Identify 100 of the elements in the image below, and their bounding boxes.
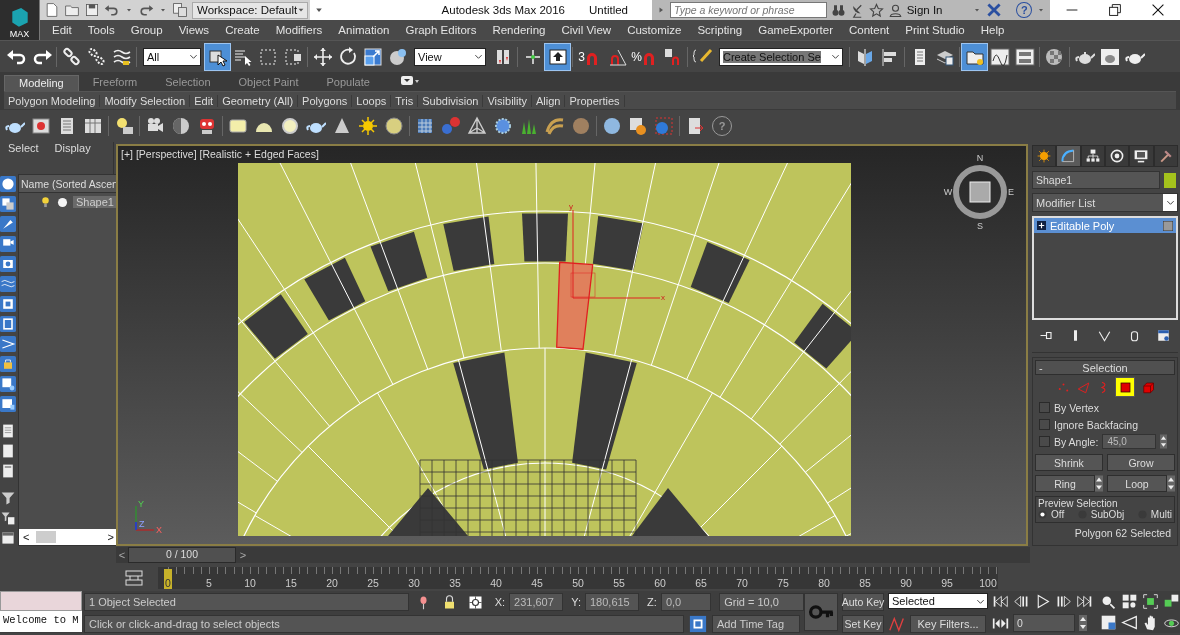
menu-item[interactable]: Content [841, 24, 898, 36]
selection-button[interactable]: Ring [1035, 475, 1095, 492]
scene-object-row[interactable]: Shape1 [73, 196, 118, 208]
ribbon-tab[interactable]: Populate [312, 75, 384, 91]
time-slider-track[interactable]: < 0 / 100 > [116, 547, 1030, 563]
document-title: Untitled [589, 4, 628, 16]
ribbon-tab[interactable]: Freeform [78, 75, 152, 91]
menu-item[interactable]: Scripting [689, 24, 751, 36]
previous-frame-button[interactable]: < [116, 549, 128, 561]
menu-item[interactable]: Modifiers [267, 24, 331, 36]
selection-button[interactable]: Shrink [1035, 454, 1103, 471]
scroll-right-button[interactable]: > [103, 531, 118, 543]
frame-tick-label: 15 [284, 577, 298, 589]
add-time-tag-button[interactable]: Add Time Tag [712, 615, 800, 633]
frame-tick-label: 95 [940, 577, 954, 589]
key-mode-dropdown[interactable]: Selected [888, 593, 988, 609]
menu-item[interactable]: Edit [44, 24, 80, 36]
ribbon-panel[interactable]: Properties [565, 94, 625, 107]
frame-tick-label: 25 [366, 577, 380, 589]
dropdown[interactable]: All [143, 47, 201, 66]
selection-count: Polygon 62 Selected [1074, 527, 1171, 539]
frame-tick-label: 55 [612, 577, 626, 589]
axis-label: y [569, 202, 573, 211]
toolbar-button[interactable]: 3 [575, 43, 605, 70]
ribbon-panel[interactable]: Loops [352, 94, 392, 107]
menu-item[interactable]: Help [972, 24, 1013, 36]
selection-button[interactable]: Grow [1107, 454, 1175, 471]
rollout-header[interactable]: - Selection [1035, 360, 1175, 375]
workspace-dropdown[interactable]: Workspace: Default [192, 1, 309, 19]
object-name-field[interactable]: Shape1 [1032, 171, 1160, 189]
listener-output[interactable]: Welcome to M [0, 611, 82, 632]
modifier-list-dropdown[interactable]: Modifier List [1032, 193, 1178, 212]
menu-item[interactable]: Civil View [553, 24, 620, 36]
ribbon-tab[interactable]: Modeling [4, 75, 79, 91]
menu-item[interactable]: Tools [79, 24, 123, 36]
radio-label: SubObj [1090, 509, 1125, 520]
x-coordinate-field[interactable]: 231,607 [509, 593, 564, 611]
viewport[interactable]: [+] [Perspective] [Realistic + Edged Faces] y x Y Z X N E S W [116, 144, 1028, 546]
menu-item[interactable]: Customize [619, 24, 690, 36]
coordinate-label: Z: [647, 596, 657, 608]
auto-key-button[interactable]: Auto Key [842, 593, 884, 611]
compass-label: N [976, 153, 984, 163]
angle-field[interactable]: 45,0 [1102, 434, 1157, 449]
current-frame-field[interactable]: 0 [1013, 614, 1075, 632]
frame-tick-label: 85 [858, 577, 872, 589]
dropdown[interactable]: Create Selection Se [719, 47, 843, 66]
ribbon-panel[interactable]: Tris [391, 94, 419, 107]
frame-tick-label: 0 [164, 569, 172, 589]
ribbon-panel[interactable]: Polygon Modeling [4, 94, 101, 107]
scroll-left-button[interactable]: < [19, 531, 34, 543]
menu-item[interactable]: Graph Editors [397, 24, 485, 36]
menu-item[interactable]: Create [217, 24, 268, 36]
time-slider-thumb[interactable]: 0 / 100 [128, 547, 236, 563]
sign-in-link[interactable]: Sign In [906, 4, 969, 16]
menu-item[interactable]: Views [170, 24, 218, 36]
frame-tick-label: 90 [899, 577, 913, 589]
window-title: Autodesk 3ds Max 2016 [441, 4, 565, 16]
set-key-button[interactable]: Set Key [842, 615, 884, 633]
checkbox-label: Ignore Backfacing [1054, 418, 1139, 431]
coordinate-label: Y: [571, 596, 581, 608]
next-frame-button[interactable]: > [236, 549, 250, 561]
radio-label: Off [1051, 509, 1065, 520]
key-filters-button[interactable]: Key Filters... [910, 615, 986, 633]
ribbon-panel[interactable]: Visibility [483, 94, 532, 107]
dropdown[interactable]: View [414, 47, 486, 66]
frame-tick-label: 60 [653, 577, 667, 589]
ribbon-panel[interactable]: Geometry (All) [218, 94, 299, 107]
axis-label: Y [138, 499, 144, 509]
explorer-tab[interactable]: Select [8, 142, 39, 154]
axis-label: Z [139, 519, 145, 529]
menu-item[interactable]: Rendering [484, 24, 554, 36]
toolbar-button[interactable]: % [630, 43, 660, 70]
frame-tick-label: 35 [448, 577, 462, 589]
menu-item[interactable]: Animation [330, 24, 398, 36]
selection-button[interactable]: Loop [1107, 475, 1167, 492]
ribbon-panel[interactable]: Align [532, 94, 566, 107]
y-coordinate-field[interactable]: 180,615 [584, 593, 640, 611]
ribbon-panel[interactable]: Modify Selection [100, 94, 191, 107]
menu-item[interactable]: GameExporter [750, 24, 841, 36]
frame-tick-label: 65 [694, 577, 708, 589]
ribbon-tab[interactable]: Object Paint [224, 75, 313, 91]
search-field[interactable]: Type a keyword or phrase [670, 2, 827, 18]
app-menu-button[interactable]: MAX [0, 0, 40, 40]
ribbon-panel[interactable]: Edit [190, 94, 219, 107]
menu-item[interactable]: Print Studio [897, 24, 973, 36]
frame-tick-label: 100 [978, 577, 998, 589]
ribbon-panel[interactable]: Polygons [298, 94, 353, 107]
frame-tick-label: 5 [205, 577, 213, 589]
axis-label: X [156, 525, 162, 535]
axis-label: x [661, 293, 665, 302]
track-bar[interactable]: 0 5 10 15 20 25 30 35 40 45 50 55 60 65 70 75 80 85 90 95 100 [158, 567, 998, 589]
frame-tick-label: 75 [776, 577, 790, 589]
ribbon-tab[interactable]: Selection [151, 75, 225, 91]
explorer-tab[interactable]: Display [54, 142, 91, 154]
viewport-label[interactable]: [+] [Perspective] [Realistic + Edged Faces] [121, 148, 319, 160]
grid-size: Grid = 10,0 [719, 593, 804, 611]
z-coordinate-field[interactable]: 0,0 [660, 593, 712, 611]
menu-item[interactable]: Group [122, 24, 171, 36]
ribbon-panel[interactable]: Subdivision [418, 94, 484, 107]
frame-tick-label: 30 [407, 577, 421, 589]
